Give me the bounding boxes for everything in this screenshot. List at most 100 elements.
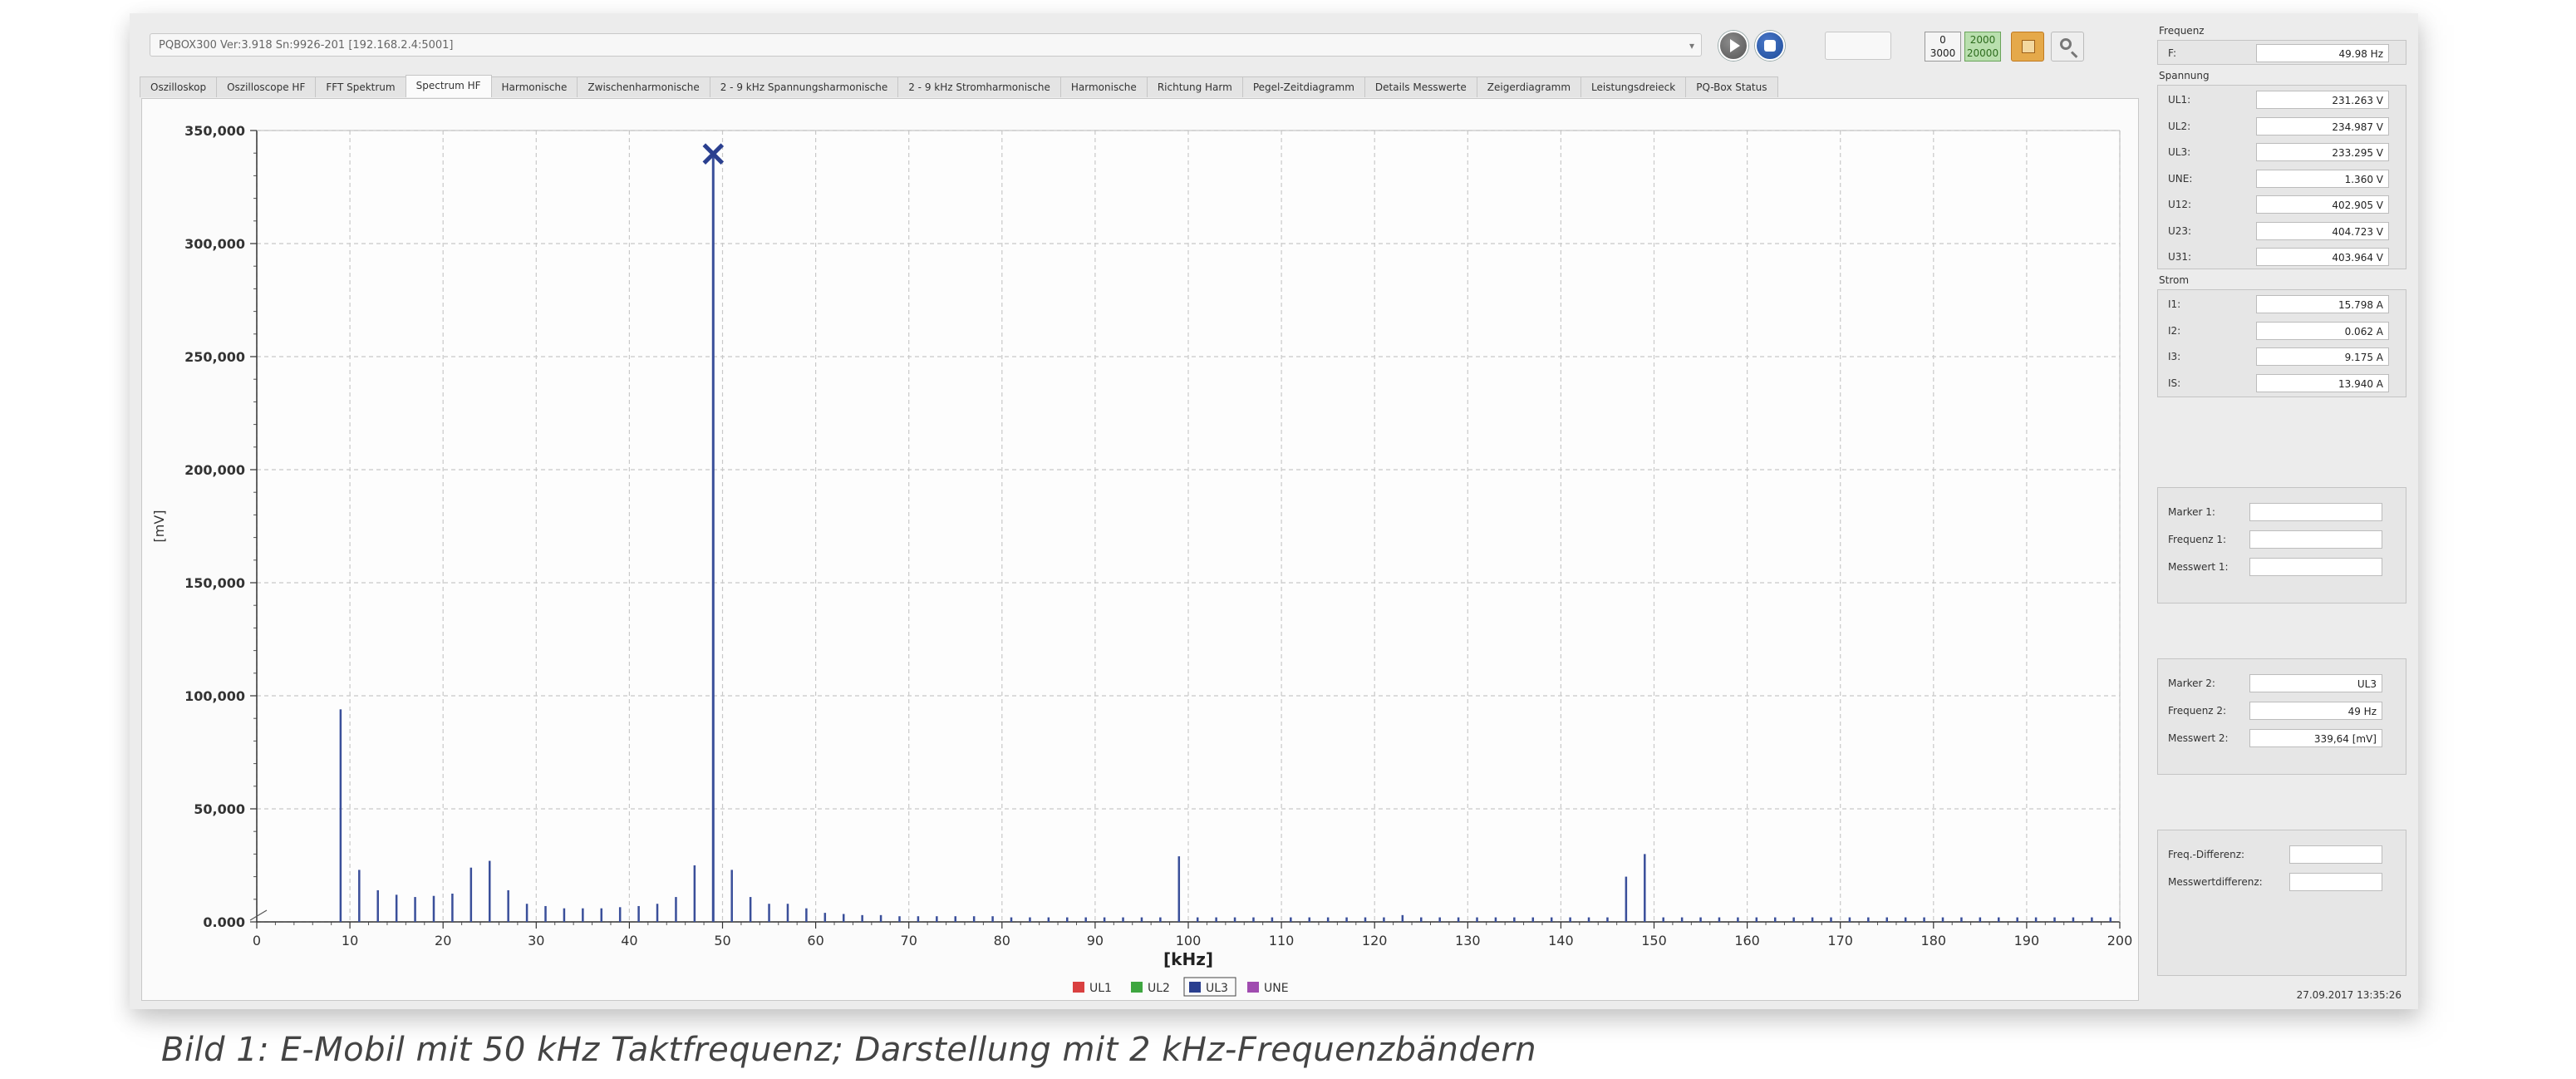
spectrum-bar [507, 889, 509, 922]
strom-label: I3: [2168, 351, 2181, 362]
spectrum-chart[interactable]: 0 10 20 30 40 50 60 70 80 90 100 110 120 130 140 150 160… [142, 99, 2138, 1000]
tab-0[interactable]: Oszilloskop [140, 76, 218, 97]
spectrum-bar [1998, 917, 2000, 922]
spectrum-bar [1848, 917, 1851, 922]
legend-label: UL1 [1089, 982, 1112, 995]
spannung-row: U23: 404.723 V [2158, 219, 2407, 244]
strom-value: 0.062 A [2256, 321, 2389, 340]
spectrum-bar [972, 916, 976, 922]
frequenz-value: 49.98 Hz [2256, 44, 2389, 62]
spannung-value: 402.905 V [2256, 195, 2389, 214]
difference-group: Freq.-Differenz: Messwertdifferenz: [2157, 830, 2406, 976]
blank-field[interactable] [1825, 32, 1891, 60]
marker1-input[interactable] [2249, 503, 2382, 521]
spectrum-bar [1252, 917, 1255, 922]
marker2-input[interactable]: UL3 [2249, 674, 2382, 692]
spectrum-bar [1029, 917, 1031, 922]
frequenz-row: F: 49.98 Hz [2158, 41, 2407, 66]
spectrum-bar [1830, 917, 1832, 922]
range-box-2[interactable]: 2000 20000 [1964, 32, 2001, 62]
tab-12[interactable]: Zeigerdiagramm [1476, 76, 1582, 97]
spectrum-bar [451, 894, 454, 922]
spectrum-bar [1904, 917, 1907, 922]
zoom-button[interactable] [2051, 32, 2084, 62]
x-tick-label: 110 [1269, 933, 1295, 948]
spannung-label: U31: [2168, 251, 2192, 263]
y-tick-label: 350,000 [184, 123, 245, 139]
tab-14[interactable]: PQ-Box Status [1685, 76, 1778, 97]
spectrum-bar [1644, 854, 1646, 922]
y-tick-label: 150,000 [184, 575, 245, 591]
diff-input[interactable] [2289, 845, 2382, 864]
spectrum-bar [1773, 917, 1777, 922]
diff-input[interactable] [2289, 873, 2382, 891]
zoom-icon [2060, 38, 2072, 50]
diff-row: Freq.-Differenz: [2158, 842, 2407, 867]
tab-3[interactable]: Spectrum HF [405, 75, 492, 97]
x-tick-label: 140 [1548, 933, 1574, 948]
chevron-down-icon[interactable]: ▾ [1689, 34, 1694, 57]
tab-5[interactable]: Zwischenharmonische [577, 76, 710, 97]
figure-caption: Bild 1: E-Mobil mit 50 kHz Taktfrequenz;… [161, 1031, 1537, 1069]
tab-7[interactable]: 2 - 9 kHz Stromharmonische [897, 76, 1061, 97]
export-button[interactable] [2011, 32, 2044, 62]
stop-icon [1764, 40, 1776, 52]
spectrum-bar [1196, 917, 1199, 922]
play-button[interactable] [1718, 31, 1748, 61]
timestamp: 27.09.2017 13:35:26 [2296, 989, 2401, 1001]
tab-4[interactable]: Harmonische [490, 76, 578, 97]
spectrum-bar [711, 154, 715, 922]
spectrum-bar [1308, 917, 1310, 922]
spannung-label: UL1: [2168, 94, 2191, 106]
stop-button[interactable] [1755, 31, 1785, 61]
legend-swatch [1131, 982, 1143, 993]
y-tick-label: 300,000 [184, 236, 245, 252]
range-box-1[interactable]: 0 3000 [1925, 32, 1961, 62]
spectrum-bar [1010, 917, 1013, 922]
marker2-input[interactable]: 339,64 [mV] [2249, 729, 2382, 747]
x-tick-label: 200 [2107, 933, 2133, 948]
x-tick-label: 30 [528, 933, 544, 948]
strom-title: Strom [2159, 274, 2190, 286]
marker2-row: Marker 2: UL3 [2158, 671, 2407, 696]
export-icon [2022, 40, 2035, 53]
plot-area [257, 131, 2120, 922]
tab-10[interactable]: Pegel-Zeitdiagramm [1241, 76, 1365, 97]
spectrum-bar [358, 870, 361, 922]
tab-9[interactable]: Richtung Harm [1146, 76, 1243, 97]
range-2-top: 2000 [1969, 34, 1996, 46]
x-tick-label: 100 [1176, 933, 1202, 948]
spectrum-bar [730, 870, 733, 922]
tab-6[interactable]: 2 - 9 kHz Spannungsharmonische [709, 76, 899, 97]
marker1-input[interactable] [2249, 558, 2382, 576]
spectrum-bar [339, 709, 342, 922]
zoom-icon-handle [2070, 51, 2078, 58]
spectrum-bar [1383, 917, 1385, 922]
tab-1[interactable]: Oszilloscope HF [216, 76, 317, 97]
device-select[interactable]: PQBOX300 Ver:3.918 Sn:9926-201 [192.168.… [150, 33, 1702, 57]
marker2-input[interactable]: 49 Hz [2249, 702, 2382, 720]
spectrum-bar [2053, 917, 2056, 922]
tab-11[interactable]: Details Messwerte [1364, 76, 1477, 97]
tab-8[interactable]: Harmonische [1059, 76, 1148, 97]
spannung-label: UNE: [2168, 172, 2193, 185]
x-tick-label: 150 [1641, 933, 1667, 948]
spectrum-bar [786, 904, 789, 922]
spectrum-bar [823, 913, 827, 922]
marker1-input[interactable] [2249, 530, 2382, 549]
spectrum-bar [1718, 917, 1721, 922]
legend-label: UNE [1264, 982, 1289, 995]
spectrum-bar [432, 895, 435, 922]
marker1-row: Messwert 1: [2158, 554, 2407, 579]
strom-label: IS: [2168, 377, 2181, 389]
spannung-row: U31: 403.964 V [2158, 244, 2407, 269]
spectrum-bar [618, 907, 622, 922]
spectrum-bar [1550, 917, 1553, 922]
tab-13[interactable]: Leistungsdreieck [1581, 76, 1687, 97]
spectrum-bar [1587, 917, 1590, 922]
tab-2[interactable]: FFT Spektrum [315, 76, 406, 97]
x-tick-label: 90 [1087, 933, 1104, 948]
legend-swatch [1247, 982, 1259, 993]
spectrum-bar [1084, 917, 1087, 922]
spectrum-bar [1792, 917, 1795, 922]
